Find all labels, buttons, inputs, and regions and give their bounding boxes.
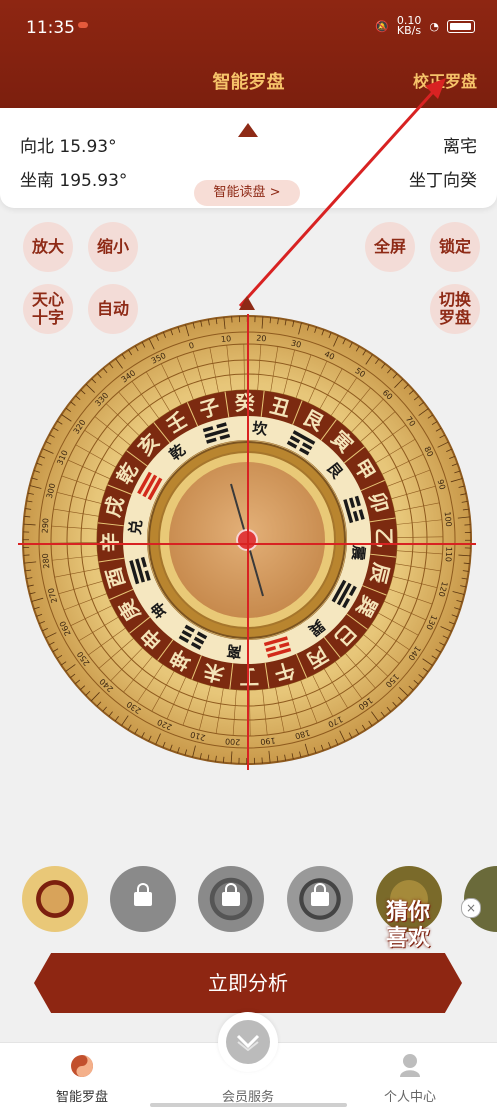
degree-label: 10 [221, 334, 232, 344]
lock-icon [134, 883, 152, 906]
degree-label: 190 [260, 736, 276, 747]
trigram-label: 离 [226, 641, 243, 661]
crosshair-vertical [247, 314, 249, 770]
compass-style-1[interactable] [22, 866, 88, 932]
degree-label: 280 [41, 553, 52, 569]
crosshair-horizontal [18, 543, 476, 545]
annotation-arrow-icon [238, 78, 446, 308]
mountain-label: 丁 [239, 665, 259, 689]
degree-label: 200 [225, 736, 241, 746]
tab-label: 智能罗盘 [55, 1090, 108, 1105]
yin-yang-icon [71, 1055, 93, 1077]
degree-label: 20 [256, 334, 267, 344]
mountain-label: 癸 [234, 391, 256, 415]
compass-style-2-locked[interactable] [110, 866, 176, 932]
degree-label: 100 [443, 511, 454, 527]
home-indicator [150, 1103, 347, 1107]
degree-label: 110 [443, 546, 453, 562]
user-icon [400, 1054, 420, 1077]
compass-pointer-icon [239, 296, 255, 310]
degree-label: 290 [40, 518, 50, 534]
lock-icon [222, 883, 240, 906]
tab-label: 个人中心 [383, 1090, 436, 1105]
compass-style-4-locked[interactable] [287, 866, 353, 932]
close-icon[interactable]: × [461, 898, 481, 918]
chevron-down-icon [226, 1020, 270, 1064]
trigram-label: 兑 [126, 519, 146, 536]
compass-style-3-locked[interactable] [198, 866, 264, 932]
trigram-label: 坎 [251, 419, 268, 439]
analyze-button[interactable]: 立即分析 [34, 953, 462, 1013]
vip-tab-bubble[interactable] [218, 1012, 278, 1072]
lock-icon [311, 883, 329, 906]
guess-you-like-badge[interactable]: 猜你 喜欢 [386, 900, 464, 952]
